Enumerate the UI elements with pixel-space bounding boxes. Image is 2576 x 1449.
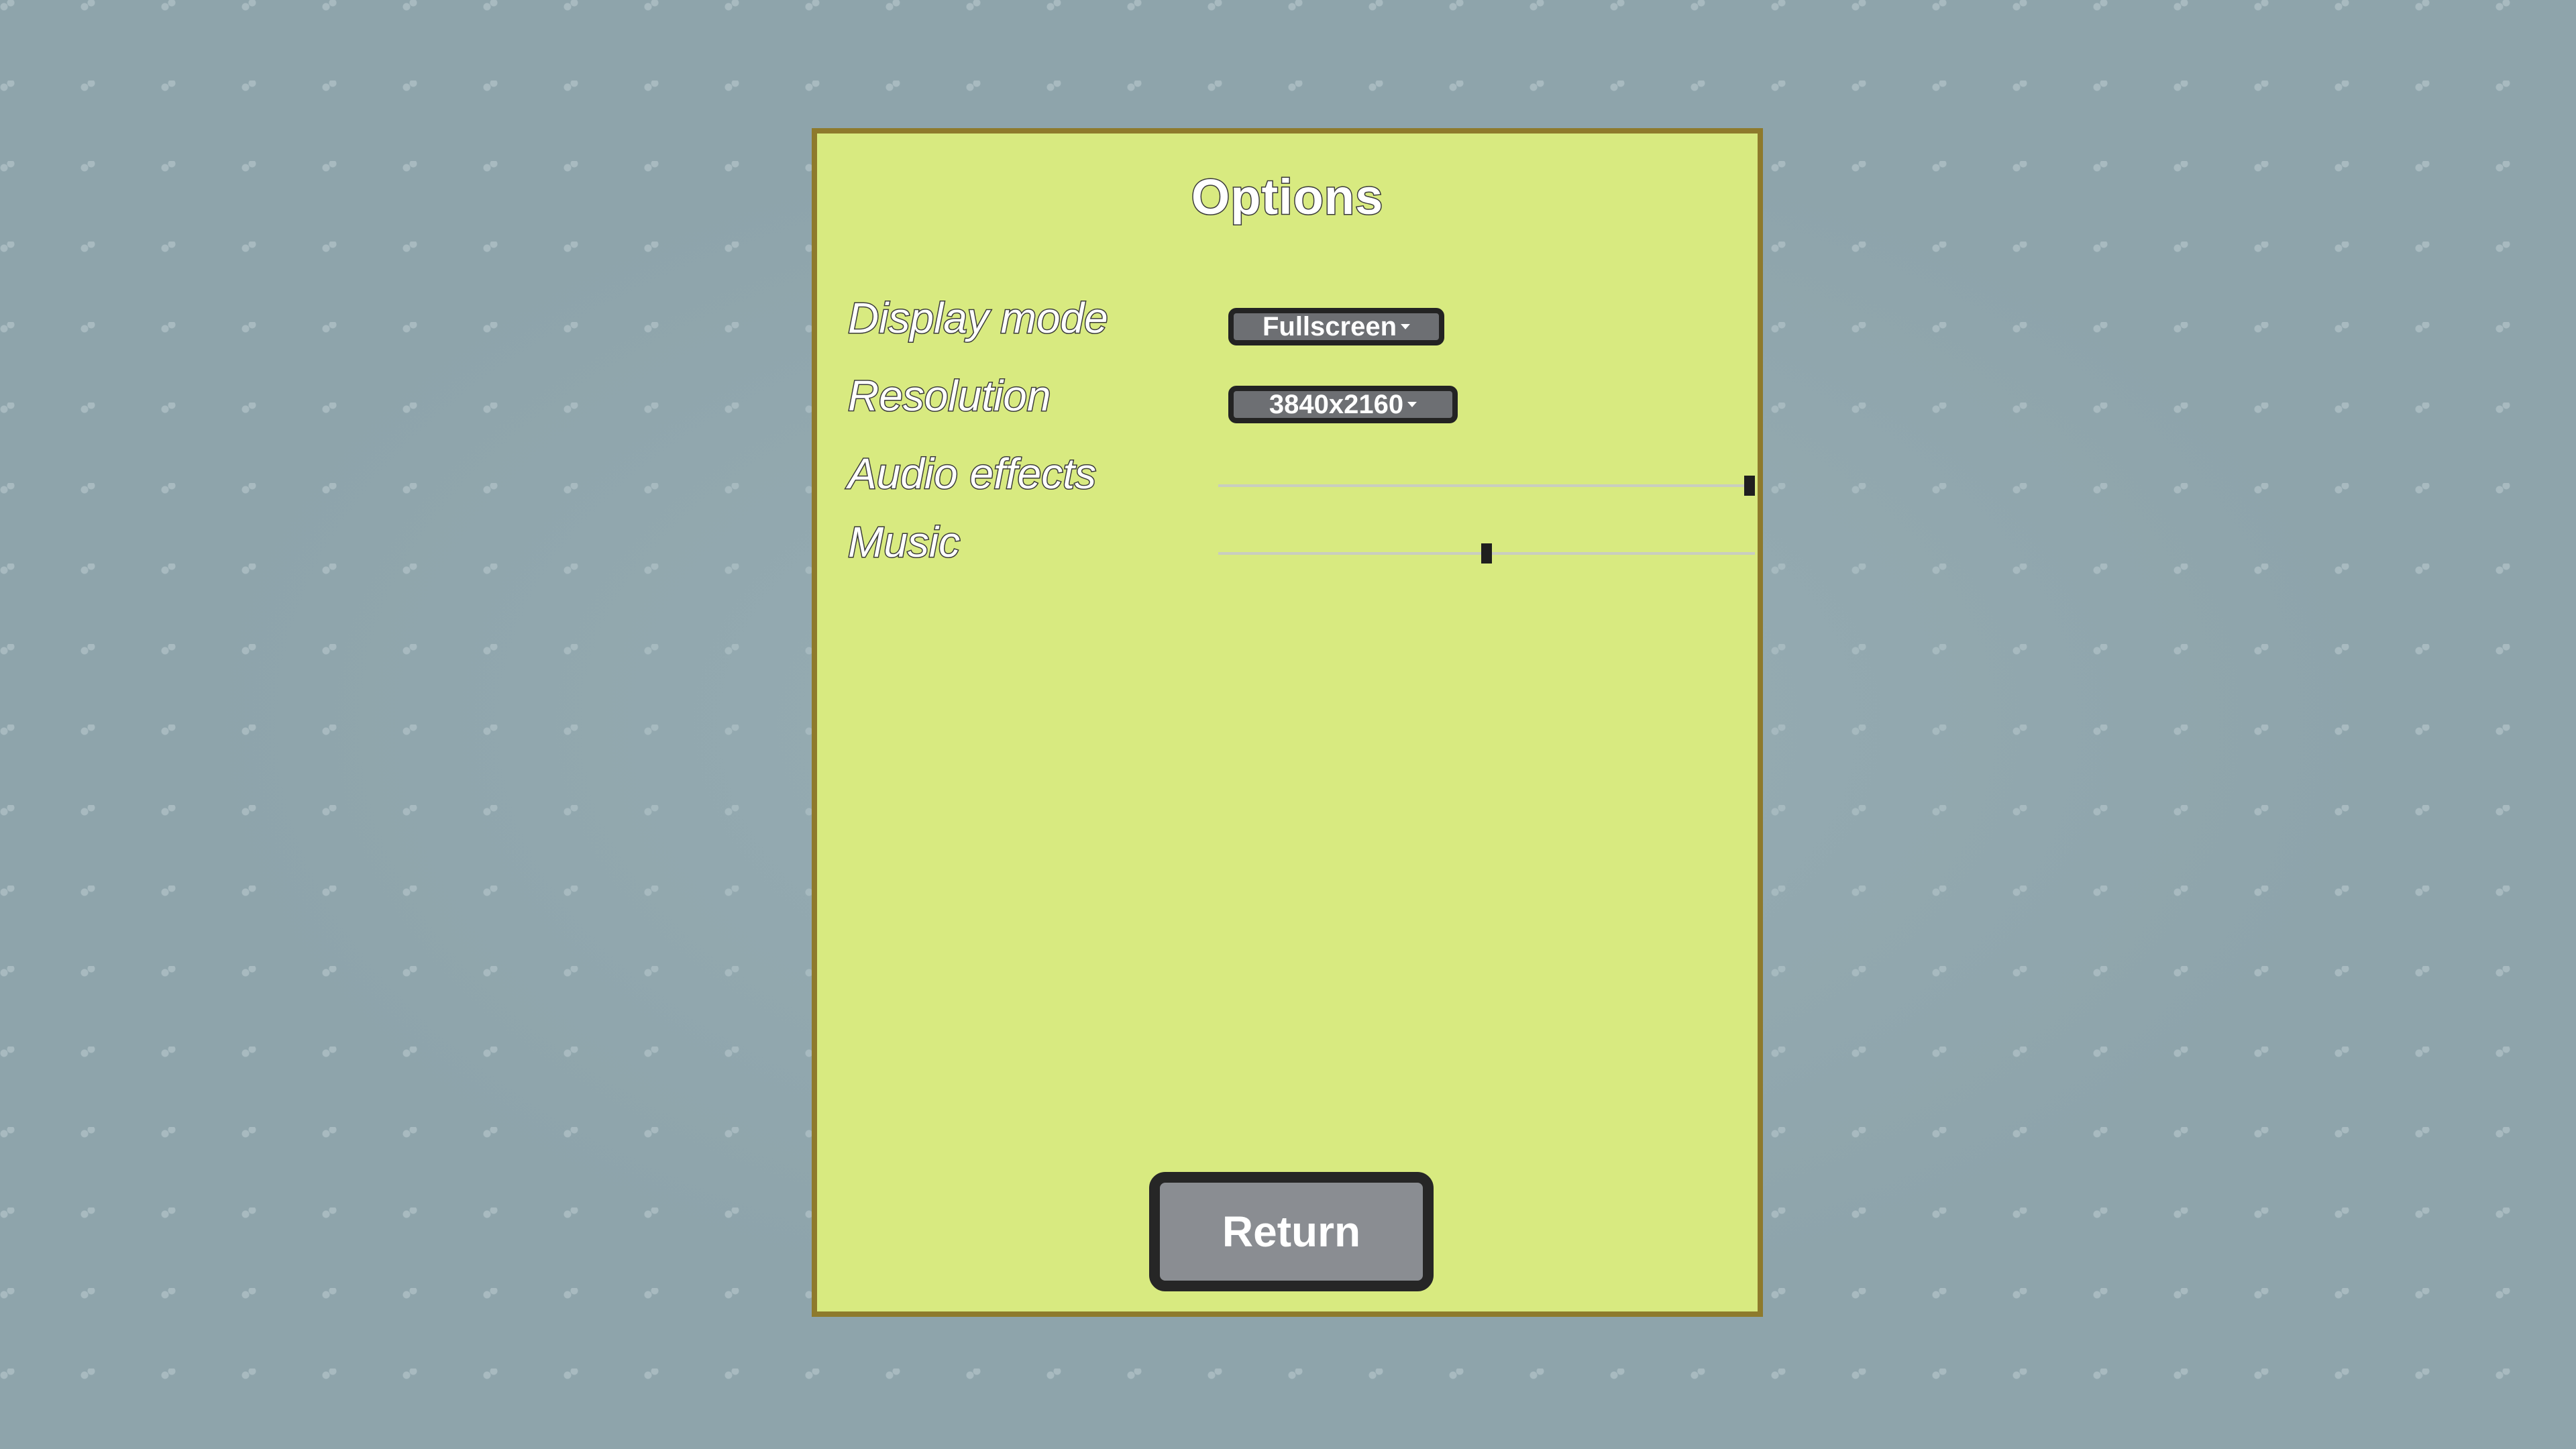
resolution-label: Resolution <box>847 371 1051 421</box>
display-mode-dropdown[interactable]: Fullscreen <box>1228 308 1444 345</box>
options-title: Options <box>1190 168 1384 226</box>
options-panel: Options Display mode Fullscreen Resoluti… <box>812 128 1763 1317</box>
display-mode-value: Fullscreen <box>1262 311 1397 341</box>
return-button[interactable]: Return <box>1149 1172 1434 1291</box>
resolution-value: 3840x2160 <box>1269 389 1404 419</box>
chevron-down-icon <box>1407 402 1417 407</box>
music-slider[interactable] <box>1218 540 1755 567</box>
audio-effects-slider-track[interactable] <box>1218 484 1755 487</box>
audio-effects-slider[interactable] <box>1218 472 1755 499</box>
resolution-dropdown[interactable]: 3840x2160 <box>1228 386 1458 423</box>
audio-effects-label: Audio effects <box>847 449 1097 499</box>
music-label: Music <box>847 517 961 568</box>
audio-effects-slider-handle[interactable] <box>1744 476 1755 496</box>
music-slider-handle[interactable] <box>1481 543 1492 564</box>
chevron-down-icon <box>1401 324 1411 329</box>
display-mode-label: Display mode <box>847 293 1110 343</box>
